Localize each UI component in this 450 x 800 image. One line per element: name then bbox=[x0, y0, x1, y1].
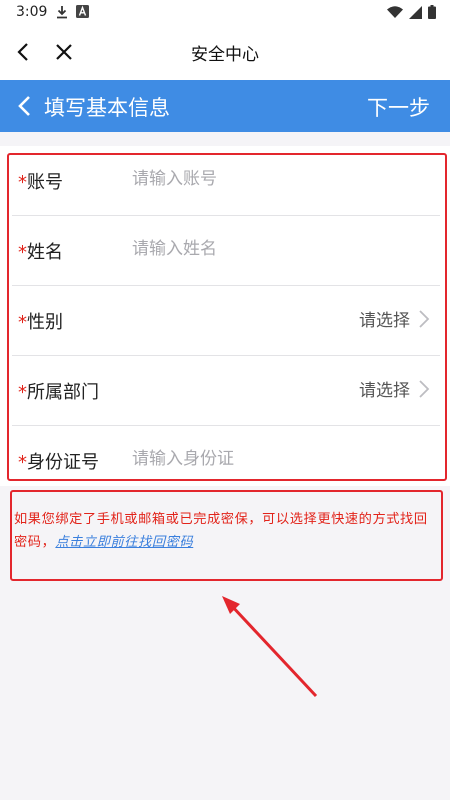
required-mark: * bbox=[18, 312, 27, 333]
chevron-right-icon bbox=[419, 309, 430, 328]
form-row-account: *账号 bbox=[12, 146, 440, 216]
account-label: *账号 bbox=[18, 168, 63, 194]
download-icon bbox=[57, 6, 67, 19]
page-title: 安全中心 bbox=[191, 45, 259, 65]
name-label: *姓名 bbox=[18, 238, 63, 264]
gender-label: *性别 bbox=[18, 308, 63, 334]
basic-info-form: *账号 *姓名 *性别 请选择 *所属部门 请选择 bbox=[0, 146, 450, 486]
form-row-gender: *性别 请选择 bbox=[12, 286, 440, 356]
form-row-name: *姓名 bbox=[12, 216, 440, 286]
required-mark: * bbox=[18, 242, 27, 263]
required-mark: * bbox=[18, 172, 27, 193]
status-icons-right bbox=[387, 5, 436, 19]
account-input[interactable] bbox=[132, 164, 412, 194]
gender-label-text: 性别 bbox=[27, 312, 63, 333]
wifi-icon bbox=[387, 6, 403, 18]
recover-password-link[interactable]: 点击立即前往找回密码 bbox=[55, 535, 193, 550]
toolbar-back-icon[interactable] bbox=[12, 93, 38, 119]
name-label-text: 姓名 bbox=[27, 242, 63, 263]
gender-select-value: 请选择 bbox=[359, 311, 410, 331]
password-recovery-hint: 如果您绑定了手机或邮箱或已完成密保，可以选择更快速的方式找回密码，点击立即前往找… bbox=[14, 508, 436, 554]
id-number-label: *身份证号 bbox=[18, 448, 99, 474]
form-row-department: *所属部门 请选择 bbox=[12, 356, 440, 426]
name-input[interactable] bbox=[132, 234, 412, 264]
status-icons-left bbox=[56, 5, 89, 19]
required-mark: * bbox=[18, 382, 27, 403]
id-number-label-text: 身份证号 bbox=[27, 452, 99, 473]
account-label-text: 账号 bbox=[27, 172, 63, 193]
department-select-value: 请选择 bbox=[359, 381, 410, 401]
department-label: *所属部门 bbox=[18, 378, 99, 404]
form-row-id-number: *身份证号 bbox=[12, 426, 440, 495]
id-number-input[interactable] bbox=[132, 444, 412, 474]
chevron-right-icon bbox=[419, 379, 430, 398]
font-a-icon bbox=[76, 5, 89, 18]
form-toolbar: 填写基本信息 下一步 bbox=[0, 80, 450, 132]
battery-icon bbox=[428, 5, 436, 19]
status-bar: 3:09 bbox=[0, 0, 450, 26]
next-step-button[interactable]: 下一步 bbox=[367, 92, 430, 122]
department-label-text: 所属部门 bbox=[27, 382, 99, 403]
toolbar-title: 填写基本信息 bbox=[44, 96, 170, 120]
department-select[interactable]: 请选择 bbox=[359, 376, 430, 401]
signal-icon bbox=[409, 5, 422, 19]
webview-header: 安全中心 bbox=[0, 26, 450, 80]
status-time: 3:09 bbox=[16, 4, 48, 20]
required-mark: * bbox=[18, 452, 27, 473]
gender-select[interactable]: 请选择 bbox=[359, 306, 430, 331]
